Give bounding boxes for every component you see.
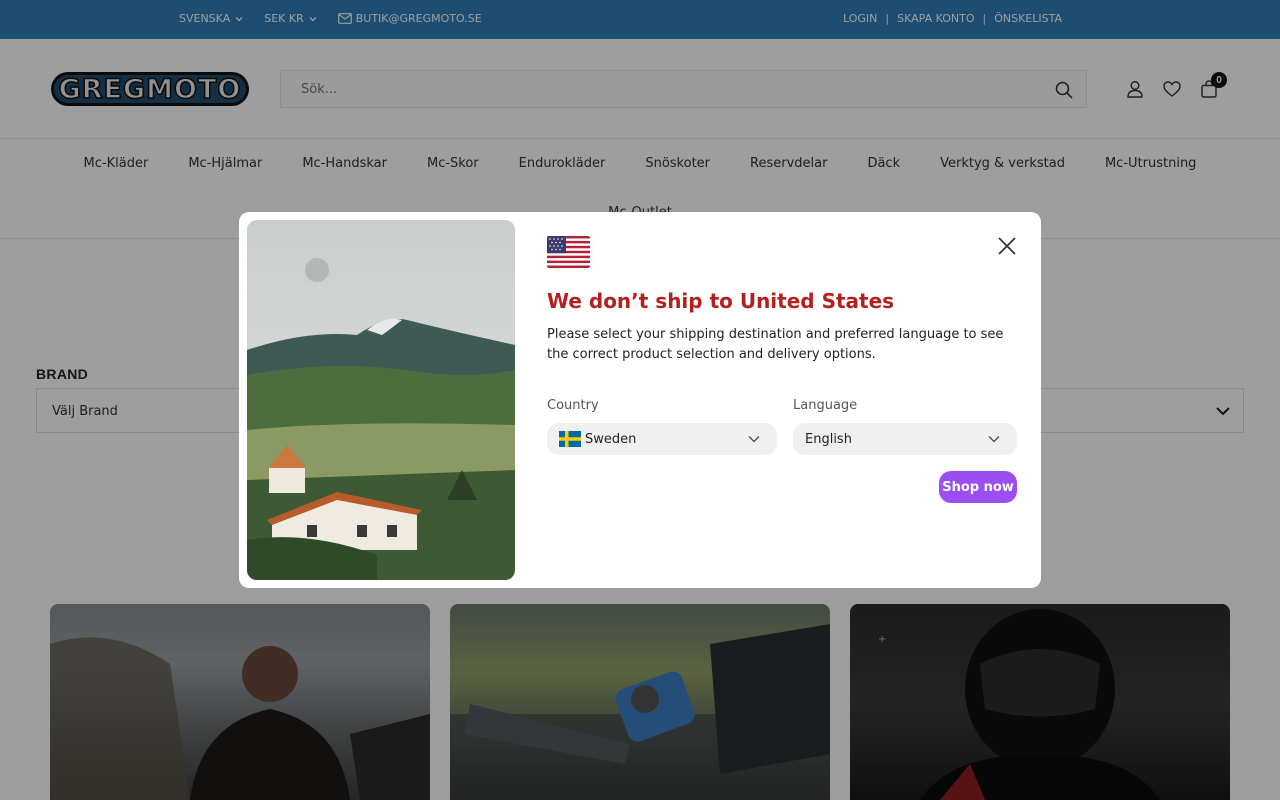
language-select[interactable]: English	[793, 423, 1017, 455]
language-label: Language	[793, 398, 858, 413]
country-select[interactable]: Sweden	[547, 423, 777, 455]
modal-title: We don’t ship to United States	[547, 289, 895, 313]
chevron-down-icon	[748, 435, 760, 443]
chevron-down-icon	[988, 435, 1000, 443]
us-flag-icon	[547, 236, 590, 268]
shop-now-button[interactable]: Shop now	[939, 471, 1017, 503]
modal-description: Please select your shipping destination …	[547, 327, 1004, 362]
language-value: English	[805, 431, 852, 447]
country-value: Sweden	[585, 431, 637, 447]
shipping-modal: We don’t ship to United States Please se…	[239, 212, 1041, 588]
close-icon[interactable]	[997, 236, 1017, 256]
sweden-flag-icon	[559, 431, 581, 447]
country-label: Country	[547, 398, 599, 413]
landscape-image	[247, 220, 515, 580]
